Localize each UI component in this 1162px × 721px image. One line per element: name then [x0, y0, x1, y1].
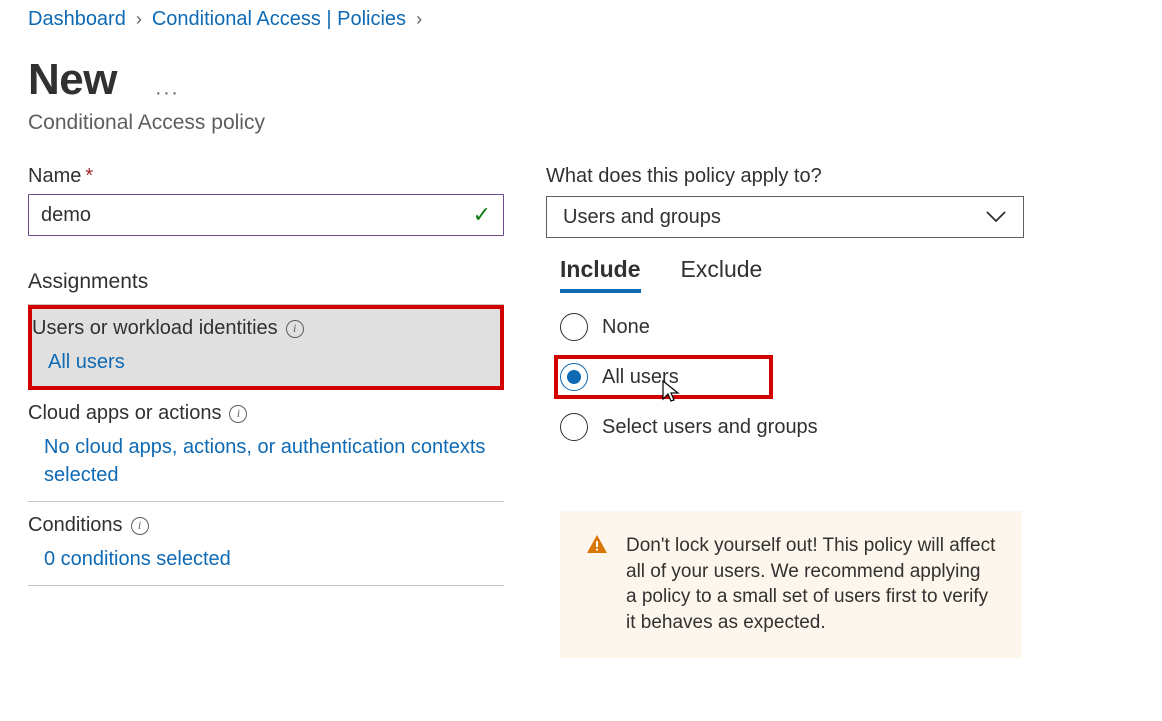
- radio-none-label: None: [602, 316, 650, 339]
- radio-all-users-label: All users: [602, 366, 679, 389]
- assignment-conditions-value[interactable]: 0 conditions selected: [28, 545, 504, 573]
- assignment-users-value[interactable]: All users: [32, 348, 490, 376]
- chevron-right-icon: ›: [136, 9, 142, 30]
- assignment-cloud-apps-value[interactable]: No cloud apps, actions, or authenticatio…: [28, 433, 504, 489]
- info-icon[interactable]: i: [229, 405, 247, 423]
- breadcrumb: Dashboard › Conditional Access | Policie…: [28, 8, 1162, 31]
- required-star-icon: *: [85, 165, 93, 187]
- radio-select-users-groups[interactable]: Select users and groups: [560, 413, 1024, 441]
- page-title: New: [28, 55, 117, 105]
- name-input-wrapper[interactable]: ✓: [28, 194, 504, 236]
- name-label: Name*: [28, 165, 504, 188]
- chevron-down-icon: [985, 210, 1007, 224]
- right-column: What does this policy apply to? Users an…: [546, 165, 1024, 658]
- radio-button-icon: [560, 313, 588, 341]
- checkmark-icon: ✓: [473, 202, 491, 228]
- include-exclude-tabs: Include Exclude: [560, 256, 1024, 293]
- assignment-title-text: Users or workload identities: [32, 317, 278, 340]
- radio-none[interactable]: None: [560, 313, 1024, 341]
- assignment-title-text: Cloud apps or actions: [28, 402, 221, 425]
- apply-to-label: What does this policy apply to?: [546, 165, 1024, 188]
- radio-button-icon: [560, 413, 588, 441]
- page-subtitle: Conditional Access policy: [28, 111, 1162, 135]
- assignment-cloud-apps[interactable]: Cloud apps or actions i No cloud apps, a…: [28, 390, 504, 502]
- apply-to-dropdown[interactable]: Users and groups: [546, 196, 1024, 238]
- radio-select-users-label: Select users and groups: [602, 416, 818, 439]
- assignment-conditions[interactable]: Conditions i 0 conditions selected: [28, 502, 504, 586]
- assignments-header: Assignments: [28, 270, 504, 305]
- radio-all-users[interactable]: All users: [554, 355, 773, 399]
- tab-include[interactable]: Include: [560, 256, 641, 293]
- name-input[interactable]: [41, 204, 473, 227]
- info-icon[interactable]: i: [286, 320, 304, 338]
- warning-text: Don't lock yourself out! This policy wil…: [626, 533, 996, 636]
- left-column: Name* ✓ Assignments Users or workload id…: [28, 165, 504, 658]
- assignment-title-text: Conditions: [28, 514, 123, 537]
- chevron-right-icon: ›: [416, 9, 422, 30]
- page-header: New ··· Conditional Access policy: [28, 55, 1162, 135]
- breadcrumb-dashboard[interactable]: Dashboard: [28, 8, 126, 31]
- include-radio-group: None All users Select users and groups: [560, 313, 1024, 441]
- dropdown-value: Users and groups: [563, 206, 721, 229]
- tab-exclude[interactable]: Exclude: [681, 256, 763, 293]
- radio-button-icon: [560, 363, 588, 391]
- more-actions-button[interactable]: ···: [155, 82, 179, 105]
- warning-box: Don't lock yourself out! This policy wil…: [560, 511, 1022, 658]
- warning-icon: [586, 533, 608, 636]
- breadcrumb-conditional-access-policies[interactable]: Conditional Access | Policies: [152, 8, 406, 31]
- info-icon[interactable]: i: [131, 517, 149, 535]
- assignment-users-workload-identities[interactable]: Users or workload identities i All users: [28, 305, 504, 390]
